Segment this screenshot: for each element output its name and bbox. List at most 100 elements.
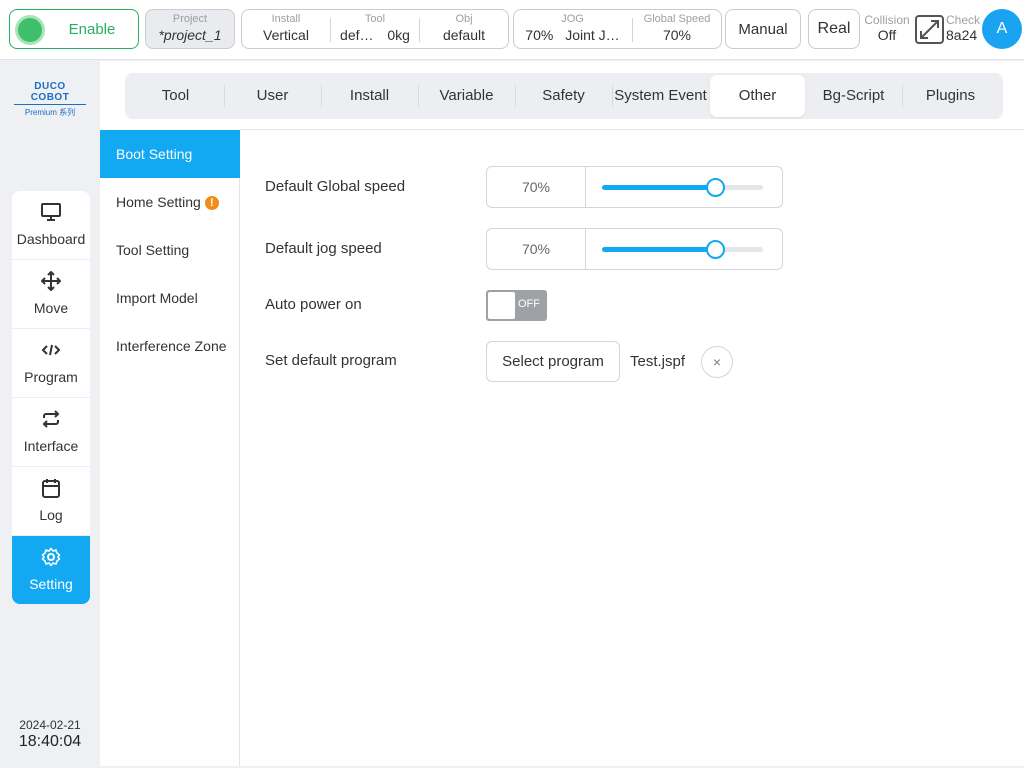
global-speed-fill <box>602 185 715 190</box>
nav-label: Interface <box>23 438 79 454</box>
top-status-bar: Enable Project *project_1 Install Vertic… <box>0 0 1024 60</box>
global-speed-cell[interactable]: Global Speed 70% <box>633 13 721 44</box>
main-nav: Dashboard Move Program Interface Log Set… <box>12 191 90 604</box>
default-program-label: Set default program <box>265 352 397 369</box>
jog-speed-fill <box>602 247 715 252</box>
global-speed-label: Default Global speed <box>265 178 406 195</box>
jog-speed-slider-control: 70% <box>486 228 783 270</box>
tab-system-event[interactable]: System Event <box>613 75 708 117</box>
current-date: 2024-02-21 <box>19 718 81 732</box>
install-cell[interactable]: Install Vertical <box>242 13 330 44</box>
select-program-button[interactable]: Select program <box>486 341 620 382</box>
global-speed-slider-control: 70% <box>486 166 783 208</box>
duco-cobot-logo: DUCO COBOT Premium 系列 <box>14 81 86 118</box>
nav-label: Move <box>33 300 69 316</box>
clear-program-button[interactable]: × <box>701 346 733 378</box>
enable-label: Enable <box>68 21 116 38</box>
jog-speed-panel[interactable]: JOG 70% Joint J… Global Speed 70% <box>513 9 722 49</box>
jog-caption: JOG <box>561 13 584 25</box>
nav-label: Dashboard <box>16 231 86 247</box>
global-speed-value[interactable]: 70% <box>487 167 586 207</box>
tab-user[interactable]: User <box>225 75 320 117</box>
tab-variable[interactable]: Variable <box>419 75 514 117</box>
side-menu-boot-setting[interactable]: Boot Setting <box>100 130 240 178</box>
project-caption: Project <box>172 13 208 25</box>
jog-speed-value[interactable]: 70% <box>487 229 586 269</box>
side-menu-label: Home Setting <box>116 194 201 210</box>
nav-dashboard[interactable]: Dashboard <box>12 191 90 260</box>
code-icon <box>41 344 61 356</box>
jog-speed-label: Default jog speed <box>265 240 382 257</box>
tab-safety[interactable]: Safety <box>516 75 611 117</box>
enable-button[interactable]: Enable <box>9 9 139 49</box>
install-value: Vertical <box>263 27 309 43</box>
check-value: 8a24 <box>946 27 978 43</box>
real-mode-button[interactable]: Real <box>808 9 860 49</box>
side-menu-tool-setting[interactable]: Tool Setting <box>100 226 240 274</box>
main-panel: Tool User Install Variable Safety System… <box>100 61 1024 766</box>
manual-mode-button[interactable]: Manual <box>725 9 801 49</box>
collision-status[interactable]: Collision Off <box>862 13 912 43</box>
nav-program[interactable]: Program <box>12 329 90 398</box>
auto-power-label: Auto power on <box>265 296 362 313</box>
check-caption: Check <box>946 13 981 27</box>
collision-value: Off <box>877 27 897 43</box>
nav-log[interactable]: Log <box>12 467 90 536</box>
tool-load: 0kg <box>387 27 410 43</box>
logo-subtitle: Premium 系列 <box>24 108 76 117</box>
side-menu-import-model[interactable]: Import Model <box>100 274 240 322</box>
logo-title: DUCO COBOT <box>14 81 86 105</box>
side-menu-interference-zone[interactable]: Interference Zone <box>100 322 240 370</box>
install-caption: Install <box>271 13 301 25</box>
checksum-status: Check 8a24 <box>946 13 984 43</box>
left-rail: DUCO COBOT Premium 系列 Dashboard Move Pro… <box>0 61 100 768</box>
settings-tab-bar: Tool User Install Variable Safety System… <box>125 73 1003 119</box>
tool-caption: Tool <box>364 13 386 25</box>
install-tool-obj-panel[interactable]: Install Vertical Tool def… 0kg Obj defau… <box>241 9 509 49</box>
obj-cell[interactable]: Obj default <box>420 13 508 44</box>
nav-interface[interactable]: Interface <box>12 398 90 467</box>
expand-icon[interactable] <box>915 15 944 44</box>
tab-plugins[interactable]: Plugins <box>903 75 998 117</box>
project-name: *project_1 <box>158 27 222 43</box>
monitor-icon <box>41 203 61 221</box>
obj-caption: Obj <box>455 13 473 25</box>
nav-move[interactable]: Move <box>12 260 90 329</box>
jog-cell[interactable]: JOG 70% Joint J… <box>514 13 631 44</box>
calendar-icon <box>42 479 60 498</box>
toggle-state: OFF <box>518 298 540 310</box>
user-avatar[interactable]: A <box>982 9 1022 49</box>
global-speed-caption: Global Speed <box>643 13 711 25</box>
current-time: 18:40:04 <box>18 733 82 750</box>
side-menu: Boot Setting Home Setting! Tool Setting … <box>100 130 240 766</box>
project-selector[interactable]: Project *project_1 <box>145 9 235 49</box>
jog-speed-slider[interactable] <box>602 240 763 259</box>
toggle-knob <box>488 292 515 319</box>
tab-bg-script[interactable]: Bg-Script <box>806 75 901 117</box>
global-speed-thumb[interactable] <box>705 178 725 197</box>
tab-other[interactable]: Other <box>710 75 805 117</box>
move-arrows-icon <box>41 271 61 291</box>
global-speed-value: 70% <box>662 27 692 43</box>
tool-cell[interactable]: Tool def… 0kg <box>331 13 419 44</box>
close-icon: × <box>712 354 722 370</box>
collision-caption: Collision <box>864 13 910 27</box>
jog-mode-value: Joint J… <box>565 27 620 43</box>
side-menu-home-setting[interactable]: Home Setting! <box>100 178 240 226</box>
manual-mode-label: Manual <box>738 21 788 38</box>
nav-label: Setting <box>29 576 73 592</box>
jog-speed-thumb[interactable] <box>705 240 725 259</box>
tab-tool[interactable]: Tool <box>128 75 223 117</box>
jog-speed-value: 70% <box>525 27 554 43</box>
enable-status-icon <box>18 18 42 42</box>
nav-label: Log <box>39 507 63 523</box>
nav-label: Program <box>24 369 78 385</box>
warning-icon: ! <box>204 196 219 210</box>
repeat-arrows-icon <box>42 410 60 428</box>
tab-install[interactable]: Install <box>322 75 417 117</box>
gear-icon <box>41 547 61 567</box>
real-mode-label: Real <box>817 20 851 37</box>
nav-setting[interactable]: Setting <box>12 536 90 604</box>
global-speed-slider[interactable] <box>602 178 763 197</box>
auto-power-toggle[interactable]: OFF <box>486 290 547 321</box>
